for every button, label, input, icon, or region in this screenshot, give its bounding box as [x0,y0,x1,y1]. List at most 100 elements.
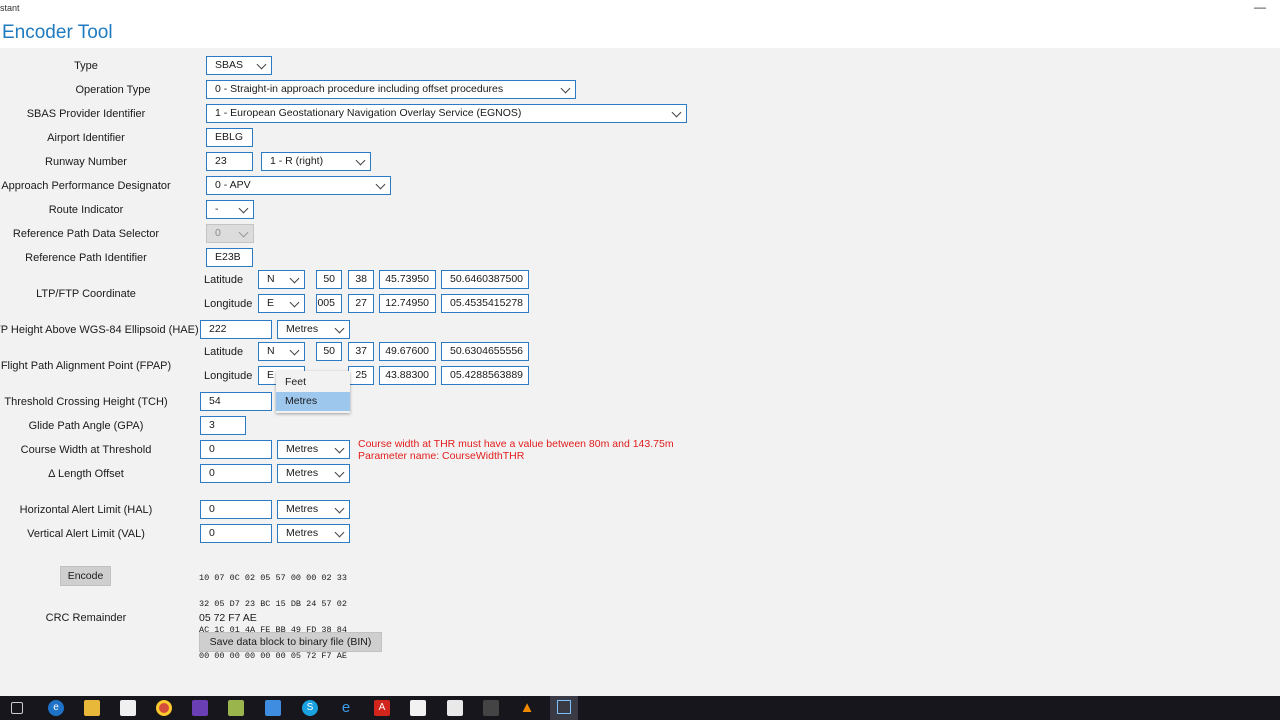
ltp-lon-deg-input[interactable]: 005 [316,294,342,313]
label-fpap: Flight Path Alignment Point (FPAP) [0,360,172,372]
hae-unit-value: Metres [286,323,319,335]
ltp-lat-deg-input[interactable]: 50 [316,270,342,289]
acrobat-icon[interactable]: A [374,700,390,716]
files-icon[interactable] [483,700,499,716]
minimize-button[interactable]: — [1254,0,1266,14]
runway-letter-select[interactable]: 1 - R (right) [261,152,371,171]
crc-value: 05 72 F7 AE [199,612,257,624]
hex-row: 00 00 00 00 00 00 05 72 F7 AE [199,650,347,661]
ltp-lon-min-input[interactable]: 27 [348,294,374,313]
hal-input[interactable]: 0 [200,500,272,519]
sbas-provider-select[interactable]: 1 - European Geostationary Navigation Ov… [206,104,687,123]
fpap-lat-deg-input[interactable]: 50 [316,342,342,361]
window-title: stant [0,3,20,13]
fpap-lon-hem-value: E [267,369,275,381]
ltp-lon-hem-value: E [267,297,275,309]
hae-input[interactable]: 222 [200,320,272,339]
length-offset-unit-select[interactable]: Metres [277,464,350,483]
fpap-lon-decimal: 05.4288563889 [441,366,529,385]
operation-type-select[interactable]: 0 - Straight-in approach procedure inclu… [206,80,576,99]
course-width-unit-select[interactable]: Metres [277,440,350,459]
length-offset-input[interactable]: 0 [200,464,272,483]
unit-option-metres[interactable]: Metres [276,392,350,411]
operation-type-value: 0 - Straight-in approach procedure inclu… [215,83,504,95]
ltp-lon-sec-input[interactable]: 12.74950 [379,294,436,313]
course-width-input[interactable]: 0 [200,440,272,459]
chevron-down-icon [560,83,571,94]
ltp-longitude-label: Longitude [204,298,253,310]
chevron-down-icon [375,179,386,190]
fpap-lon-sec-input[interactable]: 43.88300 [379,366,436,385]
chevron-down-icon [334,527,345,538]
fpap-lat-min-input[interactable]: 37 [348,342,374,361]
window-titlebar: stant — [0,0,1280,18]
app-window-icon [557,700,571,714]
route-select[interactable]: - [206,200,254,219]
rpi-input[interactable]: E23B [206,248,253,267]
save-bin-button[interactable]: Save data block to binary file (BIN) [199,632,382,652]
val-unit-select[interactable]: Metres [277,524,350,543]
hae-unit-select[interactable]: Metres [277,320,350,339]
unit-option-feet[interactable]: Feet [276,373,350,392]
runway-letter-value: 1 - R (right) [270,155,324,167]
ltp-latitude-label: Latitude [204,274,244,286]
type-select[interactable]: SBAS [206,56,272,75]
visual-studio-icon[interactable] [192,700,208,716]
val-unit-value: Metres [286,527,319,539]
label-hal: Horizontal Alert Limit (HAL) [19,504,153,516]
label-rpi: Reference Path Identifier [25,252,147,264]
chevron-down-icon [289,297,300,308]
vlc-icon[interactable]: ▲ [519,700,535,716]
airport-input[interactable]: EBLG [206,128,253,147]
hal-unit-value: Metres [286,503,319,515]
fpap-lat-hem-select[interactable]: N [258,342,305,361]
file-explorer-icon[interactable] [84,700,100,716]
fpap-lon-min-input[interactable]: 25 [348,366,374,385]
label-gpa: Glide Path Angle (GPA) [28,420,144,432]
app-header: Encoder Tool [0,18,1280,48]
label-operation-type: Operation Type [75,84,151,96]
edge-icon[interactable]: e [48,700,64,716]
encoder-app-icon[interactable] [550,696,578,720]
snip-icon[interactable] [447,700,463,716]
label-rpds: Reference Path Data Selector [12,228,160,240]
chevron-down-icon [238,227,249,238]
chevron-down-icon [334,467,345,478]
ltp-lat-hem-select[interactable]: N [258,270,305,289]
fpap-lat-decimal: 50.6304655556 [441,342,529,361]
notepad-icon[interactable] [228,700,244,716]
teams-icon[interactable] [265,700,281,716]
hex-row: 10 07 0C 02 05 57 00 00 02 33 [199,573,347,584]
tch-input[interactable]: 54 [200,392,272,411]
chevron-down-icon [355,155,366,166]
val-input[interactable]: 0 [200,524,272,543]
store-icon[interactable] [120,700,136,716]
label-val: Vertical Alert Limit (VAL) [27,528,145,540]
label-crc: CRC Remainder [45,612,127,624]
encode-button[interactable]: Encode [60,566,111,586]
fpap-longitude-label: Longitude [204,370,253,382]
ie-icon[interactable]: e [338,700,354,716]
ltp-lat-min-input[interactable]: 38 [348,270,374,289]
mail-icon[interactable] [410,700,426,716]
validation-error-line1: Course width at THR must have a value be… [358,438,674,450]
rpds-value: 0 [215,227,221,239]
runway-number-input[interactable]: 23 [206,152,253,171]
hal-unit-select[interactable]: Metres [277,500,350,519]
gpa-input[interactable]: 3 [200,416,246,435]
label-ltp: LTP/FTP Coordinate [36,288,136,300]
chevron-down-icon [289,273,300,284]
apd-select[interactable]: 0 - APV [206,176,391,195]
ltp-lon-hem-select[interactable]: E [258,294,305,313]
skype-icon[interactable]: S [302,700,318,716]
fpap-latitude-label: Latitude [204,346,244,358]
fpap-lat-hem-value: N [267,345,275,357]
chrome-icon[interactable] [156,700,172,716]
chevron-down-icon [289,345,300,356]
ltp-lon-decimal: 05.4535415278 [441,294,529,313]
rpds-select: 0 [206,224,254,243]
fpap-lat-sec-input[interactable]: 49.67600 [379,342,436,361]
ltp-lat-sec-input[interactable]: 45.73950 [379,270,436,289]
task-view-icon[interactable] [11,702,23,714]
chevron-down-icon [334,323,345,334]
